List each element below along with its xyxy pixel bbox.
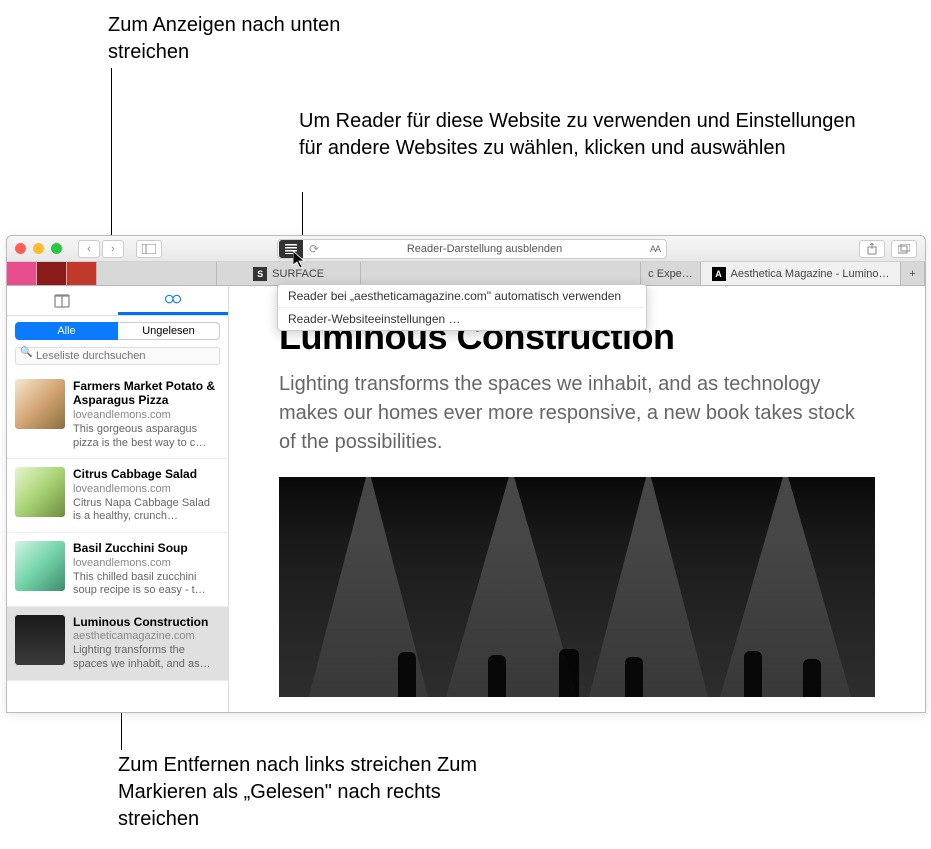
search-input[interactable] [15, 347, 220, 365]
list-item-selected[interactable]: Luminous Construction aestheticamagazine… [7, 607, 228, 681]
tab-favorite-4[interactable] [97, 262, 217, 285]
thumbnail [15, 541, 65, 591]
font-size-button[interactable]: AA [650, 244, 660, 254]
item-title: Luminous Construction [73, 615, 220, 629]
item-title: Farmers Market Potato & Asparagus Pizza [73, 379, 220, 408]
tab-label: Aesthetica Magazine - Lumino… [731, 268, 890, 280]
tab-bar: S SURFACE c Expe… A Aesthetica Magazine … [7, 262, 925, 286]
tab-favorite-2[interactable] [37, 262, 67, 285]
item-description: Lighting transforms the spaces we inhabi… [73, 644, 220, 672]
item-domain: loveandlemons.com [73, 483, 220, 495]
list-item[interactable]: Farmers Market Potato & Asparagus Pizza … [7, 371, 228, 459]
dropdown-reader-settings[interactable]: Reader-Websiteeinstellungen … [278, 308, 646, 330]
reader-content[interactable]: Luminous Construction Lighting transform… [229, 286, 925, 712]
thumbnail [15, 615, 65, 665]
item-domain: aestheticamagazine.com [73, 630, 220, 642]
list-item[interactable]: Basil Zucchini Soup loveandlemons.com Th… [7, 533, 228, 607]
callout-reader: Um Reader für diese Website zu verwenden… [299, 108, 859, 162]
titlebar: ‹ › ⟳ Reader-Darstellung ausblenden AA [7, 236, 925, 262]
forward-button[interactable]: › [102, 240, 124, 258]
close-window-button[interactable] [15, 243, 26, 254]
callout-swipe-down: Zum Anzeigen nach unten streichen [108, 12, 388, 66]
nav-buttons: ‹ › [78, 240, 124, 258]
reading-list[interactable]: Farmers Market Potato & Asparagus Pizza … [7, 371, 228, 712]
tab-surface[interactable]: S SURFACE [217, 262, 361, 285]
thumbnail [15, 467, 65, 517]
new-tab-button[interactable]: + [901, 262, 925, 285]
thumbnail [15, 379, 65, 429]
item-description: This gorgeous asparagus pizza is the bes… [73, 423, 220, 451]
list-item[interactable]: Citrus Cabbage Salad loveandlemons.com C… [7, 459, 228, 533]
tab-label: c Expe… [648, 268, 693, 280]
article-image [279, 477, 875, 697]
sidebar: Alle Ungelesen Farmers Market Potato & A… [7, 286, 229, 712]
bookmarks-tab[interactable] [7, 286, 118, 315]
article-lede: Lighting transforms the spaces we inhabi… [279, 370, 875, 457]
callout-swipe-actions: Zum Entfernen nach links streichen Zum M… [118, 752, 498, 833]
sidebar-tabs [7, 286, 228, 316]
item-description: Citrus Napa Cabbage Salad is a healthy, … [73, 497, 220, 525]
item-title: Basil Zucchini Soup [73, 541, 220, 555]
tab-aesthetica[interactable]: A Aesthetica Magazine - Lumino… [701, 262, 901, 285]
minimize-window-button[interactable] [33, 243, 44, 254]
tab-favorite-3[interactable] [67, 262, 97, 285]
url-text: Reader-Darstellung ausblenden [319, 243, 650, 255]
tab-favicon: S [253, 267, 267, 281]
sidebar-toggle-button[interactable] [136, 240, 162, 258]
safari-window: ‹ › ⟳ Reader-Darstellung ausblenden AA [6, 235, 926, 713]
content-area: Alle Ungelesen Farmers Market Potato & A… [7, 286, 925, 712]
right-toolbar [859, 240, 917, 258]
tabs-overview-button[interactable] [891, 240, 917, 258]
search-row [7, 346, 228, 371]
item-title: Citrus Cabbage Salad [73, 467, 220, 481]
item-domain: loveandlemons.com [73, 557, 220, 569]
dropdown-auto-reader[interactable]: Reader bei „aestheticamagazine.com" auto… [278, 285, 646, 308]
url-bar[interactable]: ⟳ Reader-Darstellung ausblenden AA [277, 239, 667, 259]
segment-unread[interactable]: Ungelesen [118, 322, 220, 340]
reading-list-tab[interactable] [118, 286, 229, 315]
tab-expe[interactable]: c Expe… [641, 262, 701, 285]
window-controls [15, 243, 62, 254]
share-button[interactable] [859, 240, 885, 258]
callout-line [302, 192, 303, 237]
reader-dropdown-menu: Reader bei „aestheticamagazine.com" auto… [277, 284, 647, 331]
tab-favorite-1[interactable] [7, 262, 37, 285]
maximize-window-button[interactable] [51, 243, 62, 254]
tab-favicon: A [712, 267, 726, 281]
cursor-icon [293, 251, 309, 271]
item-domain: loveandlemons.com [73, 409, 220, 421]
segment-control: Alle Ungelesen [7, 316, 228, 346]
back-button[interactable]: ‹ [78, 240, 100, 258]
item-description: This chilled basil zucchini soup recipe … [73, 571, 220, 599]
segment-all[interactable]: Alle [15, 322, 118, 340]
refresh-icon[interactable]: ⟳ [309, 242, 319, 256]
tab-empty[interactable] [361, 262, 641, 285]
